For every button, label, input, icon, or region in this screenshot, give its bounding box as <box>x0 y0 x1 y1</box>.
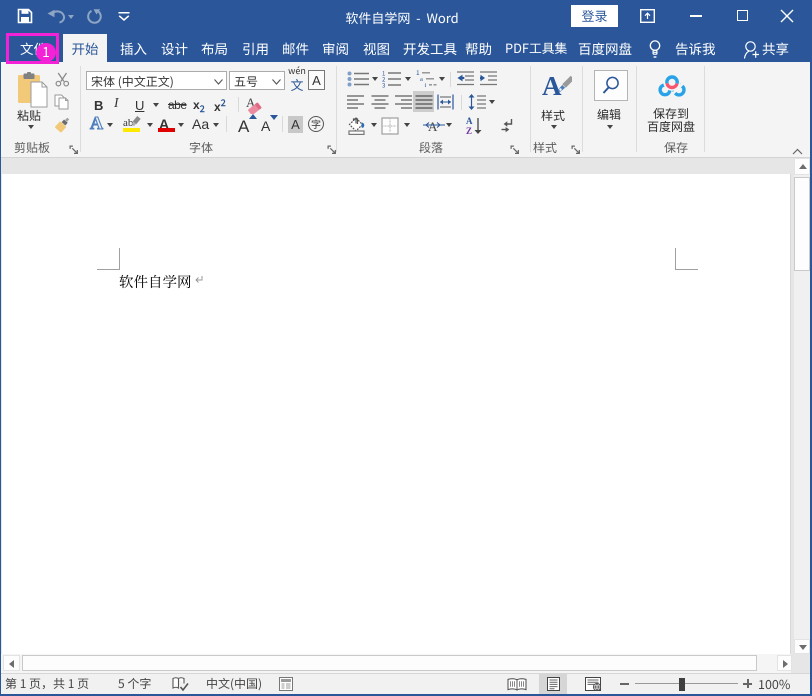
svg-text:i: i <box>425 79 427 88</box>
svg-text:a: a <box>420 73 423 83</box>
svg-text:A: A <box>90 112 103 133</box>
svg-text:Z: Z <box>466 124 472 135</box>
svg-text:ab: ab <box>123 115 134 130</box>
svg-text:A: A <box>542 70 562 102</box>
svg-text:A: A <box>428 117 438 135</box>
svg-text:3: 3 <box>382 81 385 89</box>
